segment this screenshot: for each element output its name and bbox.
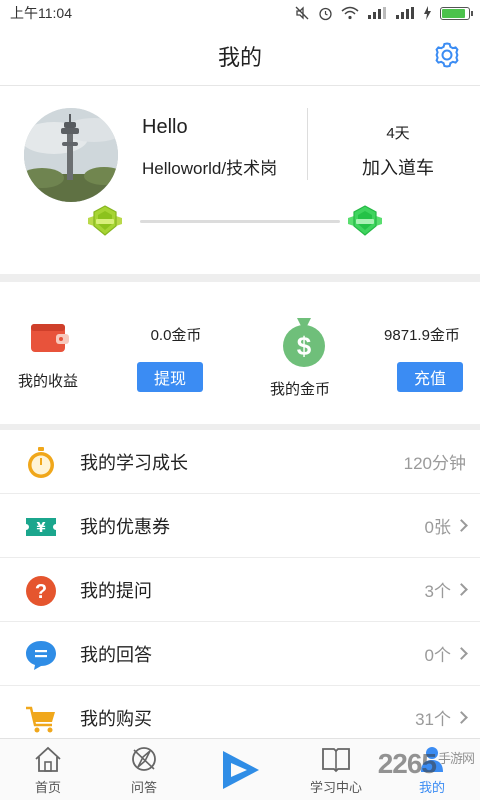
compass-icon bbox=[132, 747, 156, 771]
page-header: 我的 bbox=[0, 26, 480, 86]
menu-value: 0张 bbox=[425, 513, 468, 538]
status-time: 上午11:04 bbox=[10, 5, 72, 21]
menu-item-learning-growth[interactable]: 我的学习成长 120分钟 bbox=[0, 430, 480, 494]
level-badge-icon bbox=[88, 205, 122, 236]
signal-icon-2 bbox=[396, 7, 414, 19]
stopwatch-icon bbox=[28, 447, 54, 478]
menu-item-answers[interactable]: 我的回答 0个 bbox=[0, 622, 480, 686]
user-name: Hello bbox=[142, 116, 188, 138]
days-joined-label: 加入道车 bbox=[362, 158, 434, 178]
menu-item-coupons[interactable]: ¥ 我的优惠券 0张 bbox=[0, 494, 480, 558]
watermark-logo: 2265 手游网 bbox=[377, 748, 475, 779]
menu-list: 我的学习成长 120分钟 ¥ 我的优惠券 0张 ? 我的提问 3个 我的回答 0… bbox=[0, 430, 480, 750]
status-icons bbox=[294, 6, 473, 21]
svg-text:$: $ bbox=[297, 331, 312, 361]
menu-label: 我的回答 bbox=[80, 644, 152, 665]
nav-qa[interactable]: 问答 bbox=[96, 739, 192, 800]
nav-play[interactable] bbox=[192, 739, 288, 800]
gold-label: 我的金币 bbox=[270, 381, 331, 398]
battery-icon bbox=[440, 6, 473, 20]
profile-divider bbox=[307, 108, 308, 180]
money-bag-icon[interactable]: $ bbox=[275, 310, 333, 368]
section-divider bbox=[0, 274, 480, 282]
home-icon bbox=[35, 746, 61, 772]
charging-icon bbox=[424, 6, 431, 20]
nav-label: 学习中心 bbox=[309, 780, 362, 795]
menu-value: 3个 bbox=[425, 577, 468, 602]
alarm-icon bbox=[319, 7, 332, 20]
earnings-label: 我的收益 bbox=[18, 373, 79, 390]
level-progress-track bbox=[140, 220, 340, 223]
cart-icon bbox=[26, 706, 55, 733]
menu-label: 我的学习成长 bbox=[80, 452, 188, 473]
menu-value: 31个 bbox=[415, 705, 468, 730]
gold-value: 9871.9金币 bbox=[384, 327, 460, 344]
avatar[interactable] bbox=[24, 108, 118, 202]
play-icon bbox=[223, 751, 259, 789]
svg-text:¥: ¥ bbox=[36, 521, 45, 536]
level-badge-next-icon bbox=[348, 205, 382, 236]
withdraw-button[interactable]: 提现 bbox=[137, 362, 203, 392]
book-icon bbox=[322, 748, 350, 773]
nav-label: 问答 bbox=[130, 780, 157, 795]
coupon-icon: ¥ bbox=[26, 518, 56, 536]
wifi-icon bbox=[341, 6, 359, 20]
mute-icon bbox=[295, 6, 309, 20]
menu-value: 0个 bbox=[425, 641, 468, 666]
chevron-right-icon bbox=[455, 583, 468, 596]
chevron-right-icon bbox=[455, 711, 468, 724]
chevron-right-icon bbox=[455, 519, 468, 532]
menu-label: 我的购买 bbox=[80, 708, 152, 729]
avatar-tower-image bbox=[24, 108, 118, 202]
profile-card: Hello Helloworld/技术岗 4天 加入道车 bbox=[0, 86, 480, 274]
nav-label: 首页 bbox=[34, 780, 61, 795]
menu-label: 我的优惠券 bbox=[80, 516, 170, 537]
wallet-section: 我的收益 0.0金币 提现 $ 我的金币 9871.9金币 充值 bbox=[0, 282, 480, 424]
menu-item-questions[interactable]: ? 我的提问 3个 bbox=[0, 558, 480, 622]
svg-text:?: ? bbox=[35, 581, 47, 603]
status-bar: 上午11:04 bbox=[0, 0, 480, 26]
nav-learning-center[interactable]: 学习中心 bbox=[288, 739, 384, 800]
chevron-right-icon bbox=[455, 647, 468, 660]
page-title: 我的 bbox=[217, 44, 262, 70]
chat-bubble-icon bbox=[26, 641, 56, 670]
menu-label: 我的提问 bbox=[80, 580, 152, 601]
wallet-icon[interactable] bbox=[30, 320, 70, 354]
recharge-button[interactable]: 充值 bbox=[397, 362, 463, 392]
nav-home[interactable]: 首页 bbox=[0, 739, 96, 800]
signal-icon bbox=[368, 7, 386, 19]
earnings-value: 0.0金币 bbox=[150, 327, 202, 344]
menu-value: 120分钟 bbox=[403, 454, 466, 473]
days-joined-value: 4天 bbox=[386, 125, 410, 142]
question-icon: ? bbox=[26, 576, 56, 606]
gear-icon[interactable] bbox=[432, 40, 462, 70]
user-role: Helloworld/技术岗 bbox=[142, 159, 278, 178]
